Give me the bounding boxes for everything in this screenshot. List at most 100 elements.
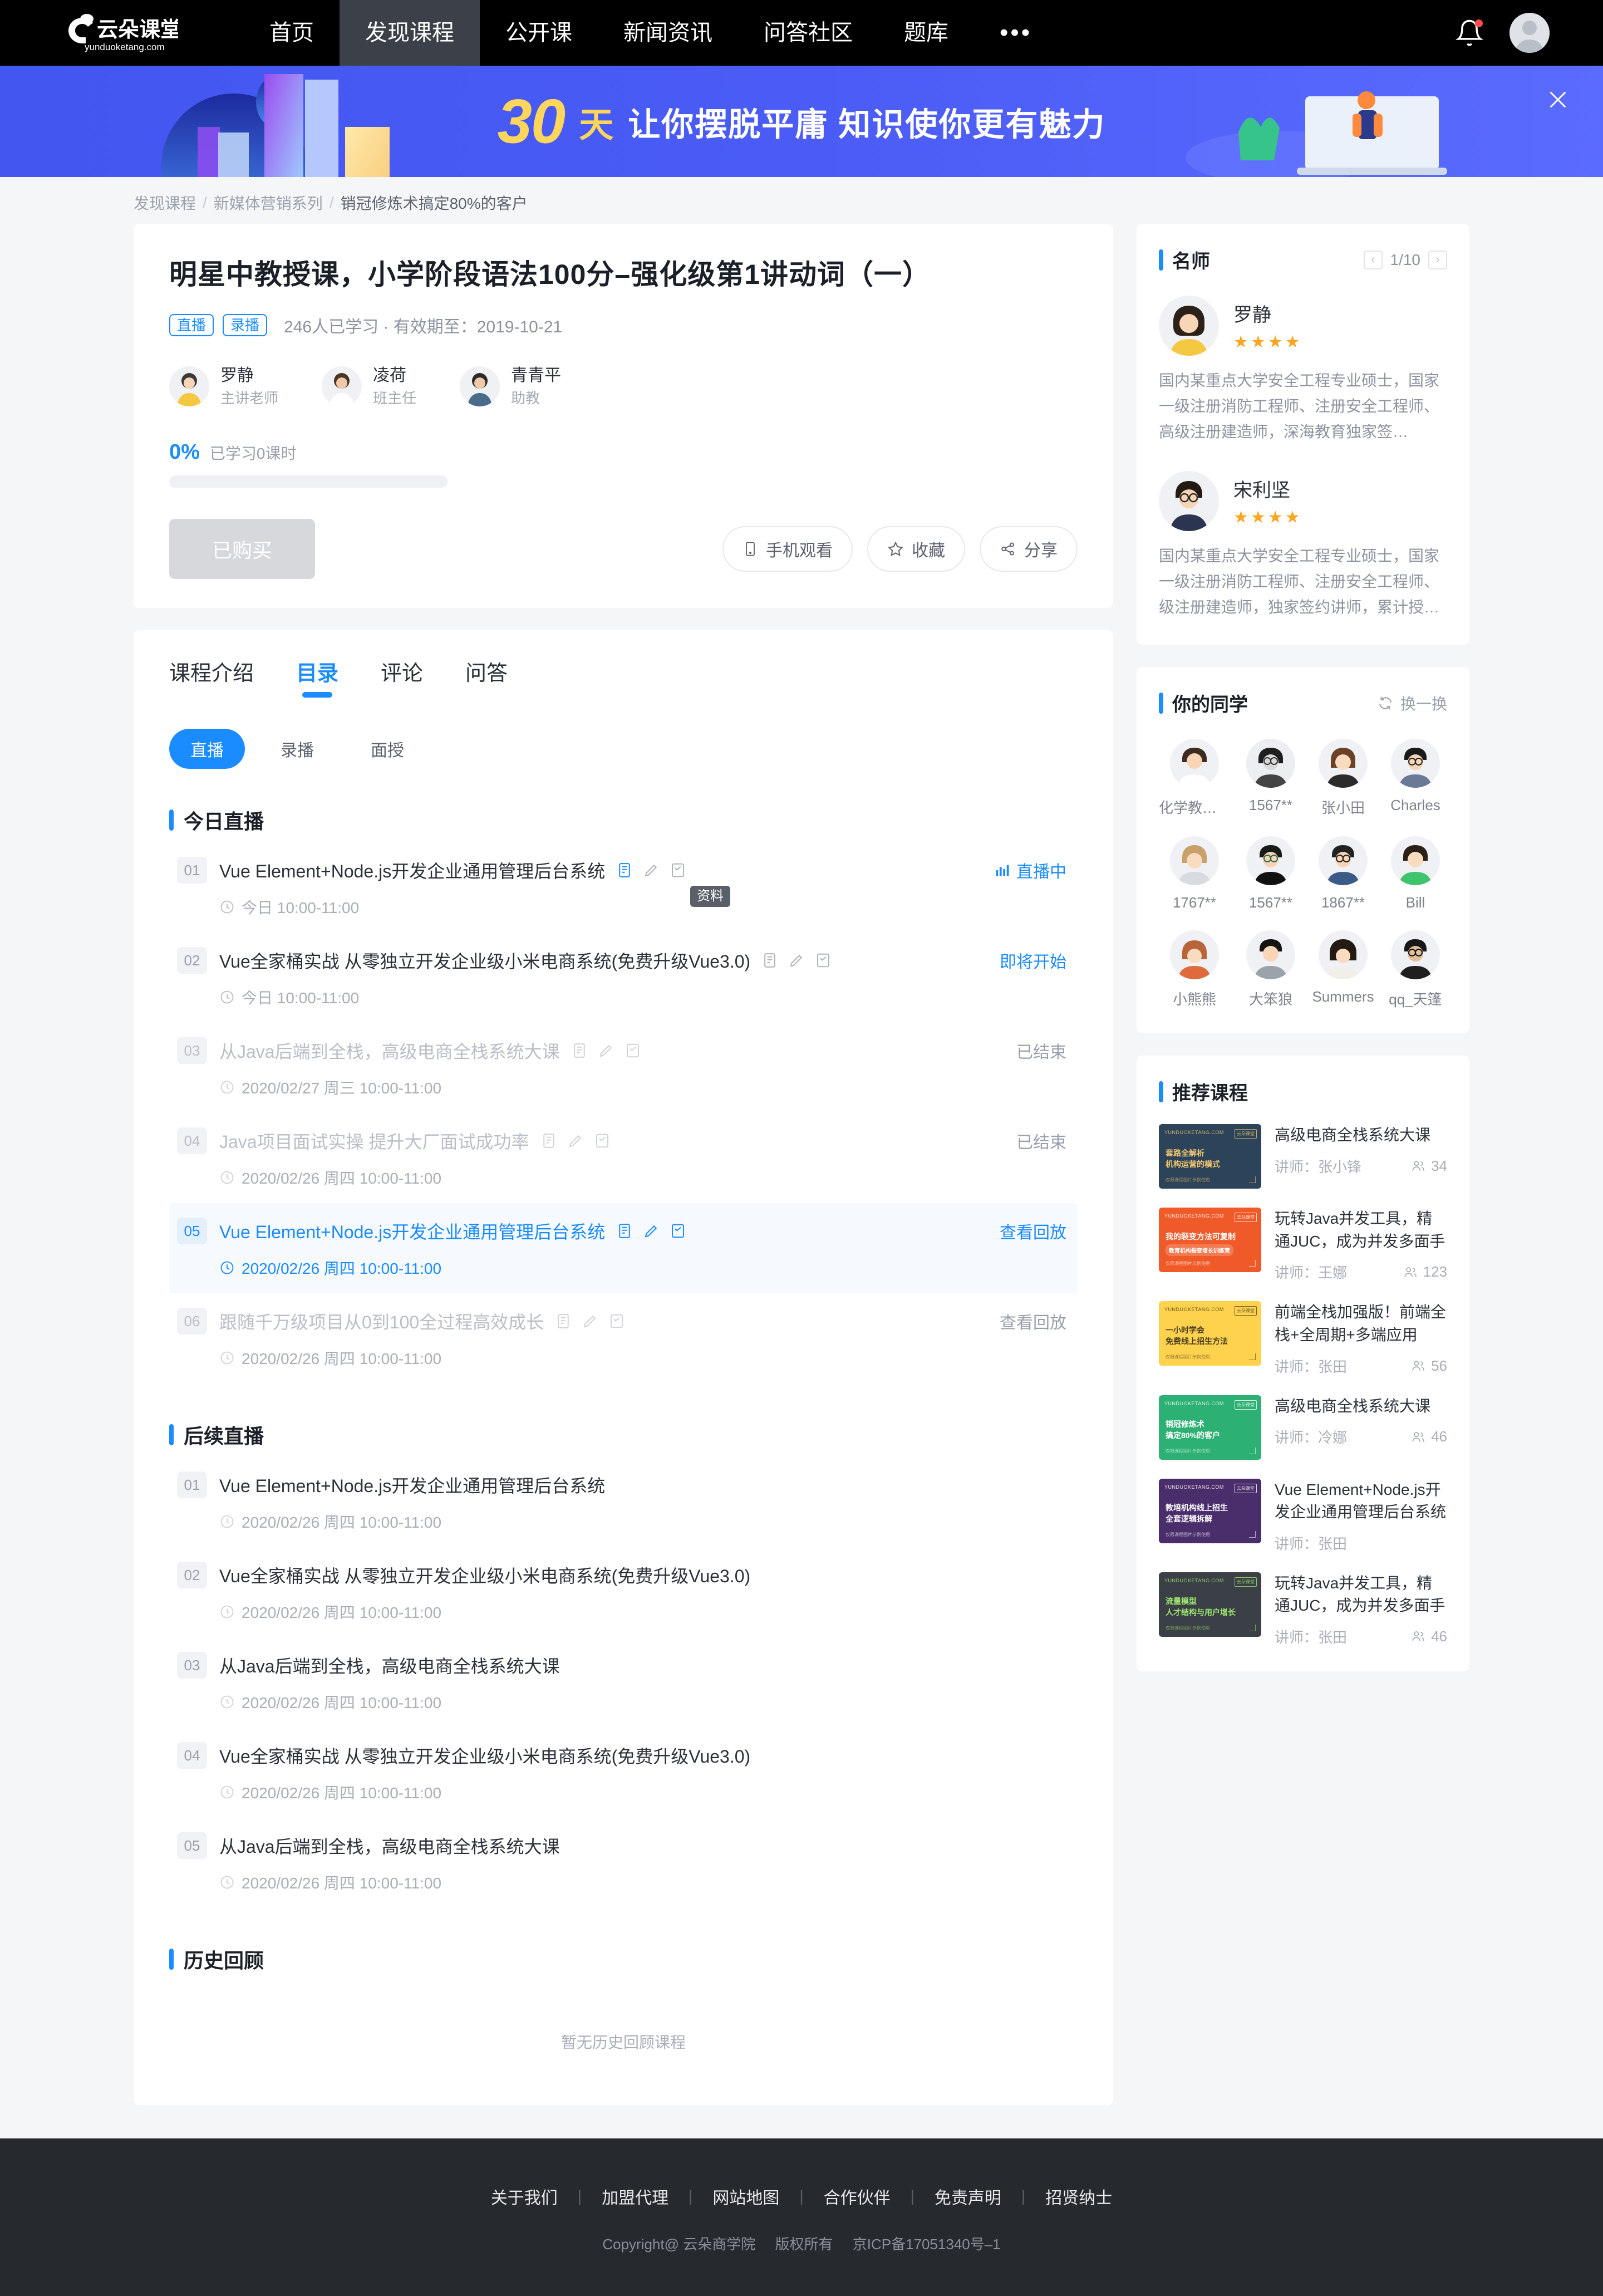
subtab-recorded[interactable]: 录播 (259, 729, 335, 769)
lesson-row[interactable]: 02 Vue全家桶实战 从零独立开发企业级小米电商系统(免费升级Vue3.0) … (169, 933, 1078, 1023)
footer-link-franchise[interactable]: 加盟代理 (582, 2184, 689, 2209)
share-button[interactable]: 分享 (980, 526, 1078, 572)
classmate-item[interactable]: 1567** (1239, 739, 1302, 817)
favorite-button[interactable]: 收藏 (867, 526, 965, 572)
classmate-item[interactable]: 1767** (1159, 836, 1230, 911)
homework-icon[interactable] (643, 861, 660, 880)
classmate-item[interactable]: 小熊熊 (1159, 930, 1230, 1009)
lesson-row[interactable]: 04 Java项目面试实操 提升大厂面试成功率 已结束 2020/02/26 周… (169, 1113, 1078, 1203)
footer-link-careers[interactable]: 招贤纳士 (1025, 2184, 1132, 2209)
classmate-item[interactable]: Bill (1384, 836, 1447, 911)
lesson-icons (616, 1221, 686, 1240)
lesson-row[interactable]: 01 Vue Element+Node.js开发企业通用管理后台系统 直播中 今… (169, 842, 1078, 933)
material-tooltip: 资料 (690, 886, 730, 907)
classmate-item[interactable]: 化学教书… (1159, 739, 1230, 817)
nav-item-question-bank[interactable]: 题库 (878, 0, 974, 66)
icp-text[interactable]: 京ICP备17051340号–1 (853, 2236, 1001, 2253)
teacher-name: 罗静 (220, 366, 254, 385)
prev-arrow-icon[interactable]: ‹ (1363, 250, 1383, 269)
material-icon[interactable] (616, 861, 633, 880)
material-icon[interactable] (616, 1221, 633, 1240)
exam-icon[interactable] (670, 1221, 686, 1240)
recommended-item[interactable]: YUNDUOKETANG.COM 云朵课堂 销冠修炼术 搞定80%的客户 仅限课… (1159, 1395, 1447, 1460)
lesson-row[interactable]: 05 从Java后端到全栈，高级电商全栈系统大课 2020/02/26 周四 1… (169, 1818, 1078, 1908)
exam-icon[interactable] (608, 1312, 625, 1331)
lesson-status[interactable]: 即将开始 (1000, 948, 1066, 973)
next-arrow-icon[interactable]: › (1428, 250, 1447, 269)
homework-icon[interactable] (598, 1041, 614, 1060)
homework-icon[interactable] (643, 1221, 660, 1240)
teacher-item[interactable]: 罗静 主讲老师 (169, 365, 278, 409)
material-icon[interactable] (540, 1131, 557, 1150)
nav-item-discover[interactable]: 发现课程 (340, 0, 480, 66)
exam-icon[interactable] (625, 1041, 641, 1060)
banner-close-icon[interactable] (1545, 87, 1571, 112)
footer-link-partners[interactable]: 合作伙伴 (804, 2184, 911, 2209)
material-icon[interactable] (555, 1312, 572, 1331)
nav-item-qa[interactable]: 问答社区 (738, 0, 878, 66)
breadcrumb-item-2[interactable]: 新媒体营销系列 (214, 192, 323, 214)
recommended-item[interactable]: YUNDUOKETANG.COM 云朵课堂 流量模型 人才结构与用户增长 仅限课… (1159, 1572, 1447, 1647)
lesson-row[interactable]: 03 从Java后端到全栈，高级电商全栈系统大课 已结束 2020/02/27 … (169, 1023, 1078, 1113)
lesson-row[interactable]: 03 从Java后端到全栈，高级电商全栈系统大课 2020/02/26 周四 1… (169, 1637, 1078, 1728)
tab-qa[interactable]: 问答 (465, 656, 508, 698)
thumb-line-1: 我的裂变方法可复制 (1166, 1232, 1236, 1242)
nav-item-news[interactable]: 新闻资讯 (598, 0, 738, 66)
recommended-item[interactable]: YUNDUOKETANG.COM 云朵课堂 教培机构线上招生 全套逻辑拆解 仅限… (1159, 1478, 1447, 1553)
subtab-offline[interactable]: 面授 (350, 729, 425, 769)
teacher-item[interactable]: 凌荷 班主任 (322, 365, 416, 409)
notification-bell-icon[interactable] (1455, 18, 1484, 47)
classmate-avatar (1391, 739, 1440, 788)
nav-more-icon[interactable]: ••• (974, 0, 1058, 66)
lesson-row[interactable]: 06 跟随千万级项目从0到100全过程高效成长 查看回放 2020/02/26 … (169, 1293, 1078, 1384)
classmate-item[interactable]: qq_天篷 (1384, 930, 1447, 1009)
site-logo[interactable]: 云朵课堂 yunduoketang.com (58, 11, 178, 55)
promo-banner[interactable]: 30 天 让你摆脱平庸 知识使你更有魅力 (0, 66, 1603, 177)
recommended-item[interactable]: YUNDUOKETANG.COM 云朵课堂 一小时学会 免费线上招生方法 仅限课… (1159, 1301, 1447, 1376)
exam-icon[interactable] (594, 1131, 611, 1150)
tab-intro[interactable]: 课程介绍 (169, 656, 254, 698)
recommended-body: Vue Element+Node.js开发企业通用管理后台系统 讲师：张田 (1275, 1479, 1447, 1553)
tab-comments[interactable]: 评论 (381, 656, 423, 698)
homework-icon[interactable] (788, 951, 805, 970)
exam-icon[interactable] (670, 861, 686, 880)
classmate-item[interactable]: 张小田 (1311, 739, 1375, 817)
famous-teacher-item[interactable]: 罗静 ★★★★ 国内某重点大学安全工程专业硕士，国家一级注册消防工程师、注册安全… (1159, 296, 1447, 445)
secondary-actions: 手机观看 收藏 分享 (722, 526, 1078, 572)
classmate-item[interactable]: 1567** (1239, 836, 1302, 911)
classmate-item[interactable]: Charles (1384, 739, 1447, 817)
lesson-row-selected[interactable]: 05 Vue Element+Node.js开发企业通用管理后台系统 查看回放 (169, 1203, 1078, 1294)
classmate-item[interactable]: 1867** (1311, 836, 1375, 911)
lesson-status[interactable]: 查看回放 (1000, 1309, 1066, 1333)
material-icon[interactable] (761, 951, 778, 970)
recommended-item[interactable]: YUNDUOKETANG.COM 云朵课堂 我的裂变方法可复制 教育机构裂变增长… (1159, 1208, 1447, 1282)
subtab-live[interactable]: 直播 (169, 729, 245, 769)
material-icon[interactable] (571, 1041, 588, 1060)
footer-link-sitemap[interactable]: 网站地图 (692, 2184, 799, 2209)
purchased-button[interactable]: 已购买 (169, 519, 315, 580)
user-avatar[interactable] (1509, 13, 1550, 53)
footer-link-about[interactable]: 关于我们 (471, 2184, 578, 2209)
footer-link-disclaimer[interactable]: 免责声明 (914, 2184, 1021, 2209)
recommended-item[interactable]: YUNDUOKETANG.COM 云朵课堂 套路全解析 机构运营的模式 仅限课程… (1159, 1124, 1447, 1189)
lesson-row[interactable]: 02 Vue全家桶实战 从零独立开发企业级小米电商系统(免费升级Vue3.0) … (169, 1547, 1078, 1637)
homework-icon[interactable] (567, 1131, 584, 1150)
lesson-row[interactable]: 01 Vue Element+Node.js开发企业通用管理后台系统 2020/… (169, 1457, 1078, 1547)
nav-item-open-class[interactable]: 公开课 (480, 0, 598, 66)
classmate-item[interactable]: 大笨狼 (1239, 930, 1302, 1009)
lesson-row[interactable]: 04 Vue全家桶实战 从零独立开发企业级小米电商系统(免费升级Vue3.0) … (169, 1728, 1078, 1818)
exam-icon[interactable] (815, 951, 832, 970)
lesson-status[interactable]: 查看回放 (1000, 1219, 1066, 1243)
famous-teacher-item[interactable]: 宋利坚 ★★★★ 国内某重点大学安全工程专业硕士，国家一级注册消防工程师、注册安… (1159, 470, 1447, 621)
teacher-item[interactable]: 青青平 助教 (460, 365, 561, 409)
tab-catalog[interactable]: 目录 (296, 656, 338, 698)
classmate-item[interactable]: Summers (1311, 930, 1375, 1009)
people-icon (1412, 1431, 1424, 1442)
homework-icon[interactable] (582, 1312, 598, 1331)
nav-item-home[interactable]: 首页 (244, 0, 340, 66)
classmates-refresh-button[interactable]: 换一换 (1377, 692, 1447, 714)
lesson-status[interactable]: 直播中 (994, 858, 1066, 882)
watch-on-phone-button[interactable]: 手机观看 (722, 526, 853, 572)
classmate-name: 1567** (1248, 797, 1293, 814)
breadcrumb-item-1[interactable]: 发现课程 (134, 192, 196, 214)
